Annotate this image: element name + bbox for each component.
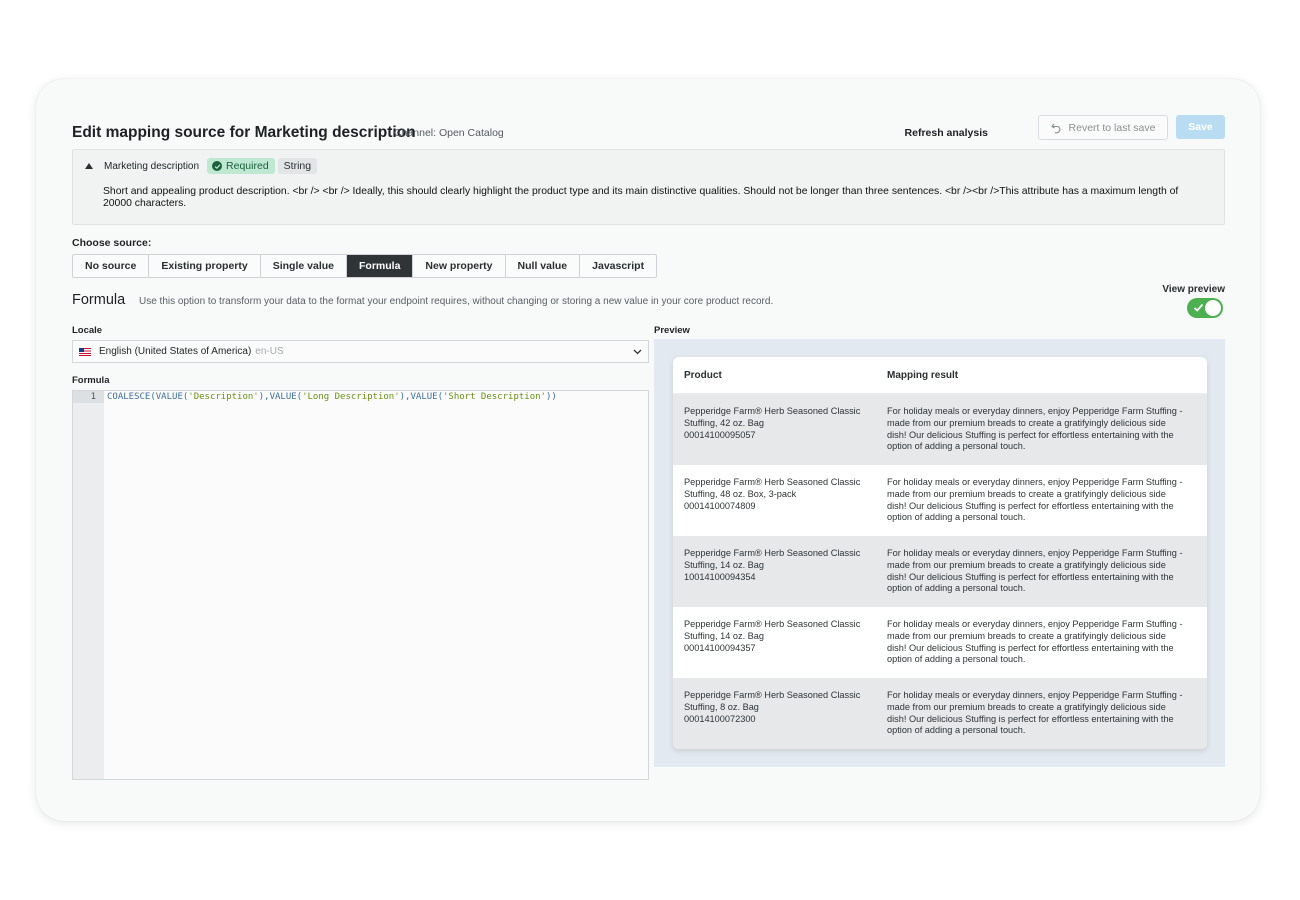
save-button[interactable]: Save (1176, 115, 1225, 139)
table-row: Pepperidge Farm® Herb Seasoned Classic S… (673, 536, 1207, 607)
attribute-description: Short and appealing product description.… (103, 186, 1179, 209)
attribute-info-panel: Marketing description Required String Sh… (72, 149, 1225, 225)
product-sku: 00014100074809 (684, 500, 756, 511)
product-sku: 10014100094354 (684, 571, 756, 582)
product-cell: Pepperidge Farm® Herb Seasoned Classic S… (673, 690, 887, 749)
table-row: Pepperidge Farm® Herb Seasoned Classic S… (673, 465, 1207, 536)
undo-icon (1050, 123, 1060, 133)
attribute-header[interactable]: Marketing description Required String (85, 158, 318, 174)
formula-section-title: Formula (72, 292, 126, 308)
formula-editor-label: Formula (72, 375, 110, 386)
preview-table-header: Product Mapping result (673, 357, 1207, 394)
product-name: Pepperidge Farm® Herb Seasoned Classic S… (684, 619, 861, 641)
locale-select[interactable]: English (United States of America) en-US (72, 340, 649, 363)
formula-code-line[interactable]: COALESCE(VALUE('Description'),VALUE('Lon… (107, 391, 557, 403)
code-string: 'Short Description' (443, 392, 546, 402)
mapping-editor-card: Edit mapping source for Marketing descri… (36, 79, 1260, 821)
preview-table: Product Mapping result Pepperidge Farm® … (673, 357, 1207, 749)
tab-null-value[interactable]: Null value (506, 255, 581, 277)
code-fn: COALESCE(VALUE( (107, 392, 189, 402)
tab-existing-property[interactable]: Existing property (149, 255, 261, 277)
locale-value: English (United States of America) (99, 346, 252, 357)
line-number: 1 (90, 392, 96, 402)
code-fn: ),VALUE( (258, 392, 303, 402)
required-badge-label: Required (226, 160, 269, 172)
mapping-result: For holiday meals or everyday dinners, e… (887, 477, 1183, 523)
check-circle-icon (212, 161, 223, 171)
mapping-result: For holiday meals or everyday dinners, e… (887, 406, 1183, 452)
product-cell: Pepperidge Farm® Herb Seasoned Classic S… (673, 477, 887, 536)
choose-source-label: Choose source: (72, 237, 152, 249)
tab-new-property[interactable]: New property (413, 255, 506, 277)
locale-code: en-US (255, 346, 284, 357)
required-badge: Required (207, 158, 275, 174)
editor-gutter: 1 (73, 391, 104, 779)
code-string: 'Description' (188, 392, 259, 402)
table-row: Pepperidge Farm® Herb Seasoned Classic S… (673, 678, 1207, 749)
tab-javascript[interactable]: Javascript (580, 255, 656, 277)
product-name: Pepperidge Farm® Herb Seasoned Classic S… (684, 406, 861, 428)
view-preview-label: View preview (1162, 284, 1225, 295)
code-fn: )) (545, 392, 557, 402)
mapping-result: For holiday meals or everyday dinners, e… (887, 690, 1183, 736)
tab-formula[interactable]: Formula (347, 255, 414, 277)
source-tabs: No source Existing property Single value… (72, 254, 658, 278)
formula-section-subtitle: Use this option to transform your data t… (139, 296, 774, 307)
toggle-knob (1205, 300, 1221, 316)
channel-label: Channel: Open Catalog (394, 127, 504, 139)
column-header-product: Product (684, 369, 722, 381)
product-name: Pepperidge Farm® Herb Seasoned Classic S… (684, 477, 861, 499)
formula-code-editor[interactable]: 1 COALESCE(VALUE('Description'),VALUE('L… (72, 390, 649, 780)
product-cell: Pepperidge Farm® Herb Seasoned Classic S… (673, 406, 887, 465)
product-cell: Pepperidge Farm® Herb Seasoned Classic S… (673, 548, 887, 607)
view-preview-toggle[interactable] (1187, 298, 1223, 318)
type-badge: String (277, 158, 318, 174)
mapping-result: For holiday meals or everyday dinners, e… (887, 548, 1183, 594)
attribute-name: Marketing description (104, 160, 200, 172)
preview-panel: Product Mapping result Pepperidge Farm® … (654, 339, 1225, 767)
mapping-result: For holiday meals or everyday dinners, e… (887, 619, 1183, 665)
code-string: 'Long Description' (302, 392, 400, 402)
code-fn: ),VALUE( (399, 392, 443, 402)
table-row: Pepperidge Farm® Herb Seasoned Classic S… (673, 607, 1207, 678)
product-cell: Pepperidge Farm® Herb Seasoned Classic S… (673, 619, 887, 678)
us-flag-icon (79, 347, 91, 356)
chevron-down-icon (633, 349, 642, 355)
check-icon (1193, 303, 1204, 312)
refresh-analysis-button[interactable]: Refresh analysis (905, 127, 988, 139)
revert-button-label: Revert to last save (1068, 121, 1156, 134)
product-name: Pepperidge Farm® Herb Seasoned Classic S… (684, 548, 861, 570)
tab-single-value[interactable]: Single value (261, 255, 347, 277)
preview-label: Preview (654, 325, 690, 336)
page-title: Edit mapping source for Marketing descri… (72, 124, 416, 141)
product-sku: 00014100095057 (684, 429, 756, 440)
product-sku: 00014100072300 (684, 713, 756, 724)
table-row: Pepperidge Farm® Herb Seasoned Classic S… (673, 394, 1207, 465)
collapse-caret-icon[interactable] (85, 163, 93, 169)
product-sku: 00014100094357 (684, 642, 756, 653)
locale-label: Locale (72, 325, 103, 336)
column-header-mapping-result: Mapping result (887, 369, 959, 381)
revert-button[interactable]: Revert to last save (1038, 115, 1168, 140)
product-name: Pepperidge Farm® Herb Seasoned Classic S… (684, 690, 861, 712)
tab-no-source[interactable]: No source (73, 255, 150, 277)
